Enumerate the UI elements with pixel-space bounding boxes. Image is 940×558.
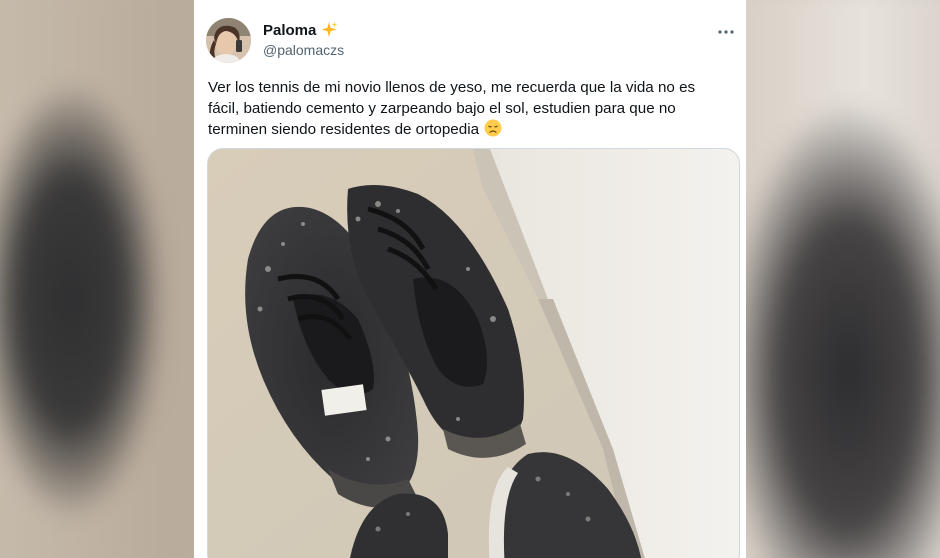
avatar-photo (206, 18, 251, 63)
avatar[interactable] (206, 18, 251, 63)
disappointed-face-icon (484, 119, 502, 137)
more-options-icon[interactable] (716, 22, 736, 42)
tweet-photo[interactable] (207, 148, 740, 558)
handle[interactable]: @palomaczs (263, 42, 344, 58)
tweet-body: Ver los tennis de mi novio llenos de yes… (208, 79, 696, 138)
screenshot-stage: Paloma @palomaczs Ver los tennis de mi n… (0, 0, 940, 558)
tweet-text: Ver los tennis de mi novio llenos de yes… (208, 78, 728, 141)
photo-sneakers (208, 149, 739, 558)
author-line: Paloma (263, 21, 338, 39)
display-name[interactable]: Paloma (263, 22, 316, 39)
tweet-card: Paloma @palomaczs Ver los tennis de mi n… (194, 0, 746, 558)
sparkles-icon (320, 21, 338, 39)
